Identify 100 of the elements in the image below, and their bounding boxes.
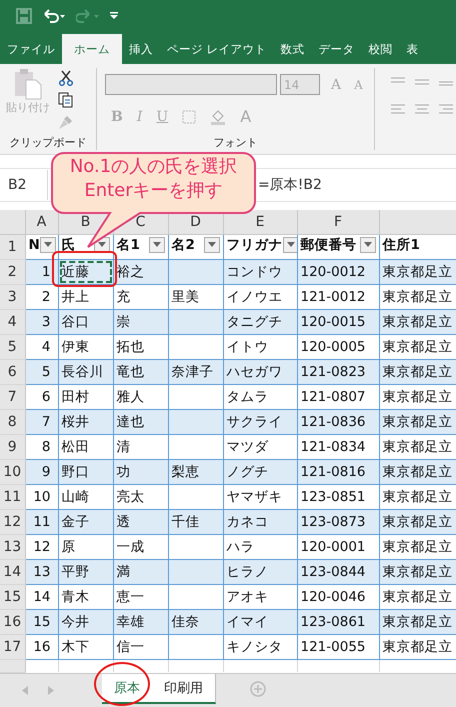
filter-button[interactable] xyxy=(148,236,164,252)
row-header[interactable]: 6 xyxy=(0,359,25,384)
table-cell: 東京都足立 xyxy=(379,284,456,309)
table-cell: 東京都足立 xyxy=(379,509,456,534)
table-cell: 崇 xyxy=(113,309,168,334)
table-cell: 120-0015 xyxy=(297,309,379,334)
format-painter-icon[interactable] xyxy=(58,114,74,130)
table-cell: 123-0873 xyxy=(297,509,379,534)
table-cell xyxy=(168,384,223,409)
row-header[interactable]: 11 xyxy=(0,484,25,509)
row-header[interactable]: 16 xyxy=(0,609,25,634)
font-name-field[interactable] xyxy=(105,74,277,95)
table-cell: 東京都足立 xyxy=(379,384,456,409)
row-header[interactable]: 7 xyxy=(0,384,25,409)
scroll-left-icon[interactable] xyxy=(22,686,28,694)
table-cell: 120-0046 xyxy=(297,584,379,609)
table-cell: 121-0807 xyxy=(297,384,379,409)
row-header[interactable]: 15 xyxy=(0,584,25,609)
fill-color-icon[interactable] xyxy=(210,108,226,124)
table-cell: 7 xyxy=(25,409,58,434)
table-cell: 120-0005 xyxy=(297,334,379,359)
ribbon-tab[interactable]: 数式 xyxy=(274,34,312,64)
table-cell: 拓也 xyxy=(113,334,168,359)
table-cell xyxy=(168,434,223,459)
table-cell xyxy=(168,584,223,609)
table-cell: 123-0851 xyxy=(297,484,379,509)
table-cell: 5 xyxy=(25,359,58,384)
filter-button[interactable] xyxy=(204,236,220,252)
table-cell: 121-0816 xyxy=(297,459,379,484)
table-cell: 谷口 xyxy=(58,309,113,334)
scissors-icon[interactable] xyxy=(58,70,74,86)
table-cell: 達也 xyxy=(113,409,168,434)
table-cell: 東京都足立 xyxy=(379,434,456,459)
name-box[interactable]: B2 xyxy=(0,170,48,200)
paste-icon[interactable] xyxy=(13,68,43,100)
caret-icon xyxy=(208,242,216,247)
add-sheet-icon[interactable] xyxy=(250,680,266,696)
table-cell: 田村 xyxy=(58,384,113,409)
copy-icon[interactable] xyxy=(58,92,74,108)
table-cell: 東京都足立 xyxy=(379,259,456,284)
row-header[interactable]: 1 xyxy=(0,234,25,259)
table-cell: 功 xyxy=(113,459,168,484)
table-cell: コンドウ xyxy=(223,259,297,284)
header-text: 郵便番号 xyxy=(300,236,356,254)
borders-icon[interactable] xyxy=(182,110,196,124)
ribbon-tab[interactable]: データ xyxy=(312,34,362,64)
customize-icon[interactable] xyxy=(110,12,118,20)
table-cell: 10 xyxy=(25,484,58,509)
undo-icon[interactable] xyxy=(42,8,66,24)
redo-icon[interactable] xyxy=(76,8,100,24)
table-cell: イノウエ xyxy=(223,284,297,309)
table-cell: 原 xyxy=(58,534,113,559)
column-header[interactable]: A xyxy=(25,210,58,234)
row-header[interactable]: 17 xyxy=(0,634,25,659)
column-header[interactable]: F xyxy=(297,210,379,234)
sheet-tab[interactable]: 原本 xyxy=(102,674,152,704)
row-header[interactable]: 3 xyxy=(0,284,25,309)
table-cell: 東京都足立 xyxy=(379,409,456,434)
ribbon-tab[interactable]: 校閲 xyxy=(362,34,400,64)
header-text: 名2 xyxy=(172,236,195,254)
filter-button[interactable] xyxy=(282,236,296,252)
scroll-right-icon[interactable] xyxy=(48,686,54,694)
ribbon-tab[interactable]: ページ レイアウト xyxy=(160,34,274,64)
table-cell: 東京都足立 xyxy=(379,459,456,484)
caret-icon xyxy=(364,242,372,247)
filter-button[interactable] xyxy=(40,236,56,252)
table-cell: 東京都足立 xyxy=(379,334,456,359)
table-cell: 4 xyxy=(25,334,58,359)
ribbon-tab[interactable]: ファイル xyxy=(0,34,62,64)
column-header[interactable]: E xyxy=(223,210,297,234)
row-header[interactable]: 10 xyxy=(0,459,25,484)
ribbon-tab[interactable]: 表 xyxy=(400,34,426,64)
table-cell: 120-0001 xyxy=(297,534,379,559)
row-header[interactable]: 4 xyxy=(0,309,25,334)
table-cell: 一成 xyxy=(113,534,168,559)
table-cell: 山崎 xyxy=(58,484,113,509)
formula-text[interactable]: =原本!B2 xyxy=(258,176,322,194)
table-cell: サクライ xyxy=(223,409,297,434)
row-header[interactable]: 9 xyxy=(0,434,25,459)
ribbon-tab[interactable]: 挿入 xyxy=(122,34,160,64)
table-cell xyxy=(168,484,223,509)
ribbon-tab[interactable]: ホーム xyxy=(62,34,122,64)
table-cell: 充 xyxy=(113,284,168,309)
filter-button[interactable] xyxy=(360,236,376,252)
table-cell: 木下 xyxy=(58,634,113,659)
row-header[interactable]: 12 xyxy=(0,509,25,534)
save-icon[interactable] xyxy=(16,8,32,24)
table-cell: 信一 xyxy=(113,634,168,659)
table-cell: 幸雄 xyxy=(113,609,168,634)
table-cell: ヒラノ xyxy=(223,559,297,584)
row-header[interactable]: 8 xyxy=(0,409,25,434)
table-cell: 123-0844 xyxy=(297,559,379,584)
row-header[interactable]: 2 xyxy=(0,259,25,284)
table-cell: 3 xyxy=(25,309,58,334)
row-header[interactable]: 13 xyxy=(0,534,25,559)
row-header[interactable]: 5 xyxy=(0,334,25,359)
table-cell: 千佳 xyxy=(168,509,223,534)
sheet-tab[interactable]: 印刷用 xyxy=(152,674,216,704)
table-cell xyxy=(168,559,223,584)
row-header[interactable]: 14 xyxy=(0,559,25,584)
